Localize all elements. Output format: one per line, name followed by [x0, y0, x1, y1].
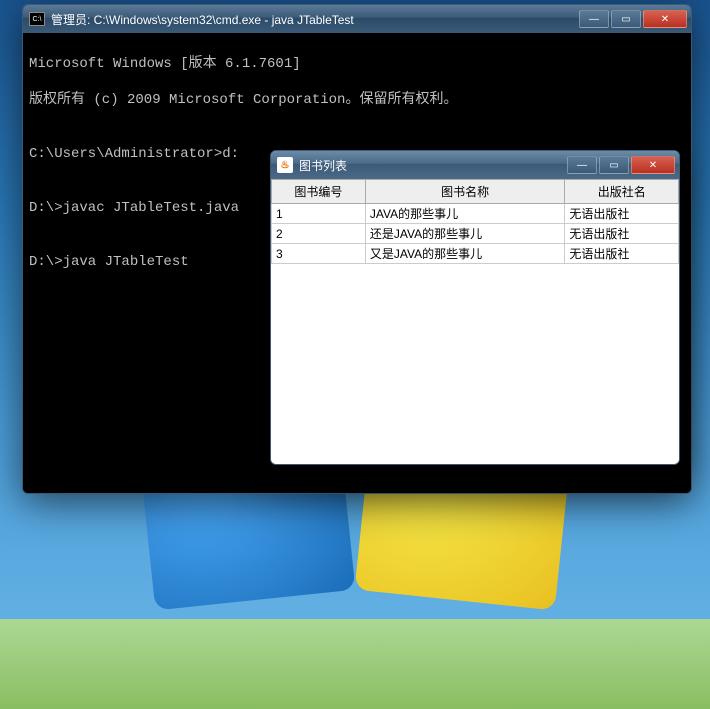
cmd-window-controls: — ▭ ✕	[577, 10, 687, 28]
cell-name[interactable]: 还是JAVA的那些事儿	[365, 224, 565, 244]
cell-publisher[interactable]: 无语出版社	[565, 224, 679, 244]
close-button[interactable]: ✕	[643, 10, 687, 28]
jtable[interactable]: 图书编号 图书名称 出版社名 1 JAVA的那些事儿 无语出版社 2 还是JAV…	[271, 179, 679, 264]
cmd-title-text: 管理员: C:\Windows\system32\cmd.exe - java …	[51, 11, 577, 28]
cell-id[interactable]: 3	[272, 244, 366, 264]
minimize-button[interactable]: —	[567, 156, 597, 174]
column-header-publisher[interactable]: 出版社名	[565, 180, 679, 204]
swing-window-controls: — ▭ ✕	[565, 156, 675, 174]
table-row[interactable]: 1 JAVA的那些事儿 无语出版社	[272, 204, 679, 224]
minimize-button[interactable]: —	[579, 10, 609, 28]
maximize-button[interactable]: ▭	[611, 10, 641, 28]
swing-window[interactable]: ♨ 图书列表 — ▭ ✕ 图书编号 图书名称 出版社名 1 JAVA的那些事儿 …	[270, 150, 680, 465]
cell-id[interactable]: 1	[272, 204, 366, 224]
maximize-button[interactable]: ▭	[599, 156, 629, 174]
cmd-line: 版权所有 (c) 2009 Microsoft Corporation。保留所有…	[29, 91, 685, 109]
wallpaper-grass	[0, 619, 710, 709]
table-row[interactable]: 2 还是JAVA的那些事儿 无语出版社	[272, 224, 679, 244]
cmd-line: Microsoft Windows [版本 6.1.7601]	[29, 55, 685, 73]
cmd-titlebar[interactable]: C:\ 管理员: C:\Windows\system32\cmd.exe - j…	[23, 5, 691, 33]
cell-id[interactable]: 2	[272, 224, 366, 244]
column-header-id[interactable]: 图书编号	[272, 180, 366, 204]
swing-titlebar[interactable]: ♨ 图书列表 — ▭ ✕	[271, 151, 679, 179]
column-header-name[interactable]: 图书名称	[365, 180, 565, 204]
cell-name[interactable]: JAVA的那些事儿	[365, 204, 565, 224]
table-row[interactable]: 3 又是JAVA的那些事儿 无语出版社	[272, 244, 679, 264]
cell-publisher[interactable]: 无语出版社	[565, 244, 679, 264]
close-button[interactable]: ✕	[631, 156, 675, 174]
cell-name[interactable]: 又是JAVA的那些事儿	[365, 244, 565, 264]
cell-publisher[interactable]: 无语出版社	[565, 204, 679, 224]
cmd-icon: C:\	[29, 12, 45, 26]
java-icon: ♨	[277, 157, 293, 173]
swing-content-pane: 图书编号 图书名称 出版社名 1 JAVA的那些事儿 无语出版社 2 还是JAV…	[271, 179, 679, 464]
swing-title-text: 图书列表	[299, 157, 565, 174]
table-header-row: 图书编号 图书名称 出版社名	[272, 180, 679, 204]
